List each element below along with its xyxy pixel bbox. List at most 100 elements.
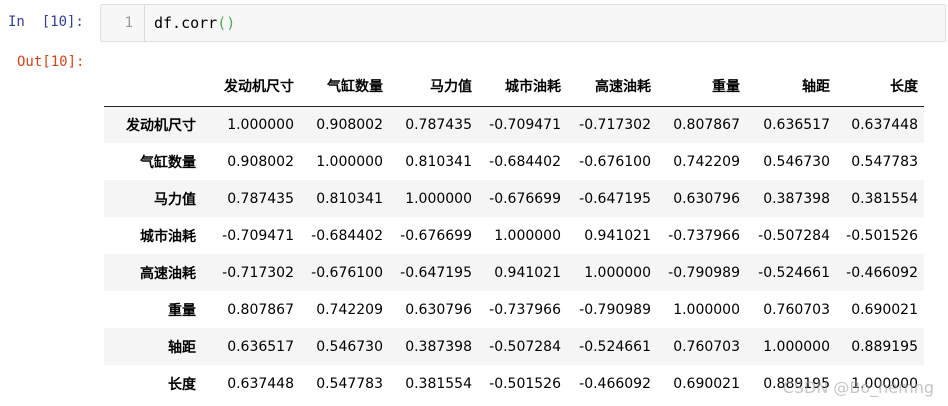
row-label: 长度 bbox=[168, 376, 196, 393]
table-cell: 1.000000 bbox=[763, 338, 830, 355]
table-cell: 1.000000 bbox=[405, 190, 472, 207]
table-cell: 0.941021 bbox=[584, 227, 651, 244]
table-cell: 0.742209 bbox=[673, 153, 740, 170]
table-cell: 0.908002 bbox=[316, 116, 383, 133]
table-cell: 0.941021 bbox=[494, 264, 561, 281]
table-cell: -0.709471 bbox=[222, 227, 294, 244]
code-input-area[interactable]: 1 df.corr() bbox=[100, 4, 946, 42]
table-cell: -0.737966 bbox=[668, 227, 740, 244]
line-number: 1 bbox=[124, 15, 133, 31]
output-prompt: Out[10]: bbox=[17, 54, 85, 70]
header-row: 发动机尺寸 气缸数量 马力值 城市油耗 高速油耗 重量 轴距 长度 bbox=[104, 66, 924, 107]
column-header: 马力值 bbox=[389, 66, 478, 107]
table-cell: -0.524661 bbox=[758, 264, 830, 281]
table-cell: 0.889195 bbox=[763, 375, 830, 392]
table-cell: 0.546730 bbox=[316, 338, 383, 355]
table-cell: 0.787435 bbox=[227, 190, 294, 207]
table-cell: 0.807867 bbox=[673, 116, 740, 133]
line-number-gutter: 1 bbox=[101, 5, 145, 41]
row-label: 轴距 bbox=[168, 339, 196, 356]
table-cell: 1.000000 bbox=[584, 264, 651, 281]
column-header: 轴距 bbox=[746, 66, 836, 107]
table-cell: 0.636517 bbox=[227, 338, 294, 355]
table-cell: 0.637448 bbox=[851, 116, 918, 133]
table-cell: 0.630796 bbox=[673, 190, 740, 207]
code-parens: () bbox=[217, 14, 236, 32]
row-label: 城市油耗 bbox=[140, 228, 196, 245]
table-cell: 1.000000 bbox=[316, 153, 383, 170]
row-label: 马力值 bbox=[154, 191, 196, 208]
table-body: 发动机尺寸 1.000000 0.908002 0.787435 -0.709471 -0… bbox=[104, 106, 924, 402]
column-header: 发动机尺寸 bbox=[202, 66, 300, 107]
table-cell: 0.807867 bbox=[227, 301, 294, 318]
table-cell: 0.810341 bbox=[405, 153, 472, 170]
table-cell: 0.760703 bbox=[673, 338, 740, 355]
correlation-table: 发动机尺寸 气缸数量 马力值 城市油耗 高速油耗 重量 轴距 长度 发动机尺寸 1.000000… bbox=[104, 66, 924, 402]
output-area: 发动机尺寸 气缸数量 马力值 城市油耗 高速油耗 重量 轴距 长度 发动机尺寸 1.000000… bbox=[104, 66, 924, 402]
table-row: 马力值 0.787435 0.810341 1.000000 -0.676699 -0.6… bbox=[104, 180, 924, 217]
row-label: 重量 bbox=[168, 302, 196, 319]
table-cell: 1.000000 bbox=[494, 227, 561, 244]
input-prompt: In [10]: bbox=[8, 14, 84, 30]
table-cell: -0.507284 bbox=[489, 338, 561, 355]
table-cell: -0.507284 bbox=[758, 227, 830, 244]
table-cell: -0.676100 bbox=[579, 153, 651, 170]
table-cell: 0.547783 bbox=[851, 153, 918, 170]
table-cell: -0.684402 bbox=[311, 227, 383, 244]
row-label: 气缸数量 bbox=[140, 154, 196, 171]
table-cell: -0.717302 bbox=[222, 264, 294, 281]
table-cell: 0.546730 bbox=[763, 153, 830, 170]
table-header: 发动机尺寸 气缸数量 马力值 城市油耗 高速油耗 重量 轴距 长度 bbox=[104, 66, 924, 107]
table-cell: 0.908002 bbox=[227, 153, 294, 170]
table-cell: -0.501526 bbox=[489, 375, 561, 392]
table-cell: 0.760703 bbox=[763, 301, 830, 318]
table-cell: 0.387398 bbox=[405, 338, 472, 355]
table-cell: -0.676100 bbox=[311, 264, 383, 281]
table-cell: 0.810341 bbox=[316, 190, 383, 207]
table-cell: 0.381554 bbox=[851, 190, 918, 207]
table-cell: -0.466092 bbox=[579, 375, 651, 392]
table-cell: -0.684402 bbox=[489, 153, 561, 170]
table-cell: 0.630796 bbox=[405, 301, 472, 318]
table-cell: 0.742209 bbox=[316, 301, 383, 318]
table-cell: -0.647195 bbox=[579, 190, 651, 207]
table-row: 城市油耗 -0.709471 -0.684402 -0.676699 1.000000 0… bbox=[104, 217, 924, 254]
column-header: 高速油耗 bbox=[567, 66, 657, 107]
table-cell: 0.637448 bbox=[227, 375, 294, 392]
table-cell: -0.737966 bbox=[489, 301, 561, 318]
table-row: 高速油耗 -0.717302 -0.676100 -0.647195 0.941021 1… bbox=[104, 254, 924, 291]
table-cell: 0.690021 bbox=[851, 301, 918, 318]
table-row: 发动机尺寸 1.000000 0.908002 0.787435 -0.709471 -0… bbox=[104, 106, 924, 143]
table-row: 轴距 0.636517 0.546730 0.387398 -0.507284 -0.52… bbox=[104, 328, 924, 365]
table-cell: -0.790989 bbox=[668, 264, 740, 281]
table-row: 气缸数量 0.908002 1.000000 0.810341 -0.684402 -0.… bbox=[104, 143, 924, 180]
table-row: 重量 0.807867 0.742209 0.630796 -0.737966 -0.79… bbox=[104, 291, 924, 328]
table-cell: 1.000000 bbox=[227, 116, 294, 133]
table-cell: -0.524661 bbox=[579, 338, 651, 355]
table-cell: -0.676699 bbox=[489, 190, 561, 207]
index-header-blank bbox=[104, 66, 202, 107]
table-cell: 0.387398 bbox=[763, 190, 830, 207]
table-cell: 0.636517 bbox=[763, 116, 830, 133]
row-label: 发动机尺寸 bbox=[126, 117, 196, 134]
code-call: df.corr bbox=[154, 14, 218, 32]
table-cell: 1.000000 bbox=[673, 301, 740, 318]
table-cell: -0.709471 bbox=[489, 116, 561, 133]
column-header: 城市油耗 bbox=[478, 66, 567, 107]
row-label: 高速油耗 bbox=[140, 265, 196, 282]
table-cell: 0.889195 bbox=[851, 338, 918, 355]
table-row: 长度 0.637448 0.547783 0.381554 -0.501526 -0.46… bbox=[104, 365, 924, 402]
table-cell: -0.501526 bbox=[846, 227, 918, 244]
table-cell: -0.466092 bbox=[846, 264, 918, 281]
table-cell: -0.790989 bbox=[579, 301, 651, 318]
table-cell: 0.787435 bbox=[405, 116, 472, 133]
table-cell: -0.717302 bbox=[579, 116, 651, 133]
table-cell: 0.381554 bbox=[405, 375, 472, 392]
table-cell: 1.000000 bbox=[851, 375, 918, 392]
column-header: 长度 bbox=[836, 66, 924, 107]
code-line[interactable]: df.corr() bbox=[154, 13, 235, 33]
column-header: 气缸数量 bbox=[300, 66, 389, 107]
table-cell: 0.547783 bbox=[316, 375, 383, 392]
table-cell: -0.676699 bbox=[400, 227, 472, 244]
table-cell: 0.690021 bbox=[673, 375, 740, 392]
